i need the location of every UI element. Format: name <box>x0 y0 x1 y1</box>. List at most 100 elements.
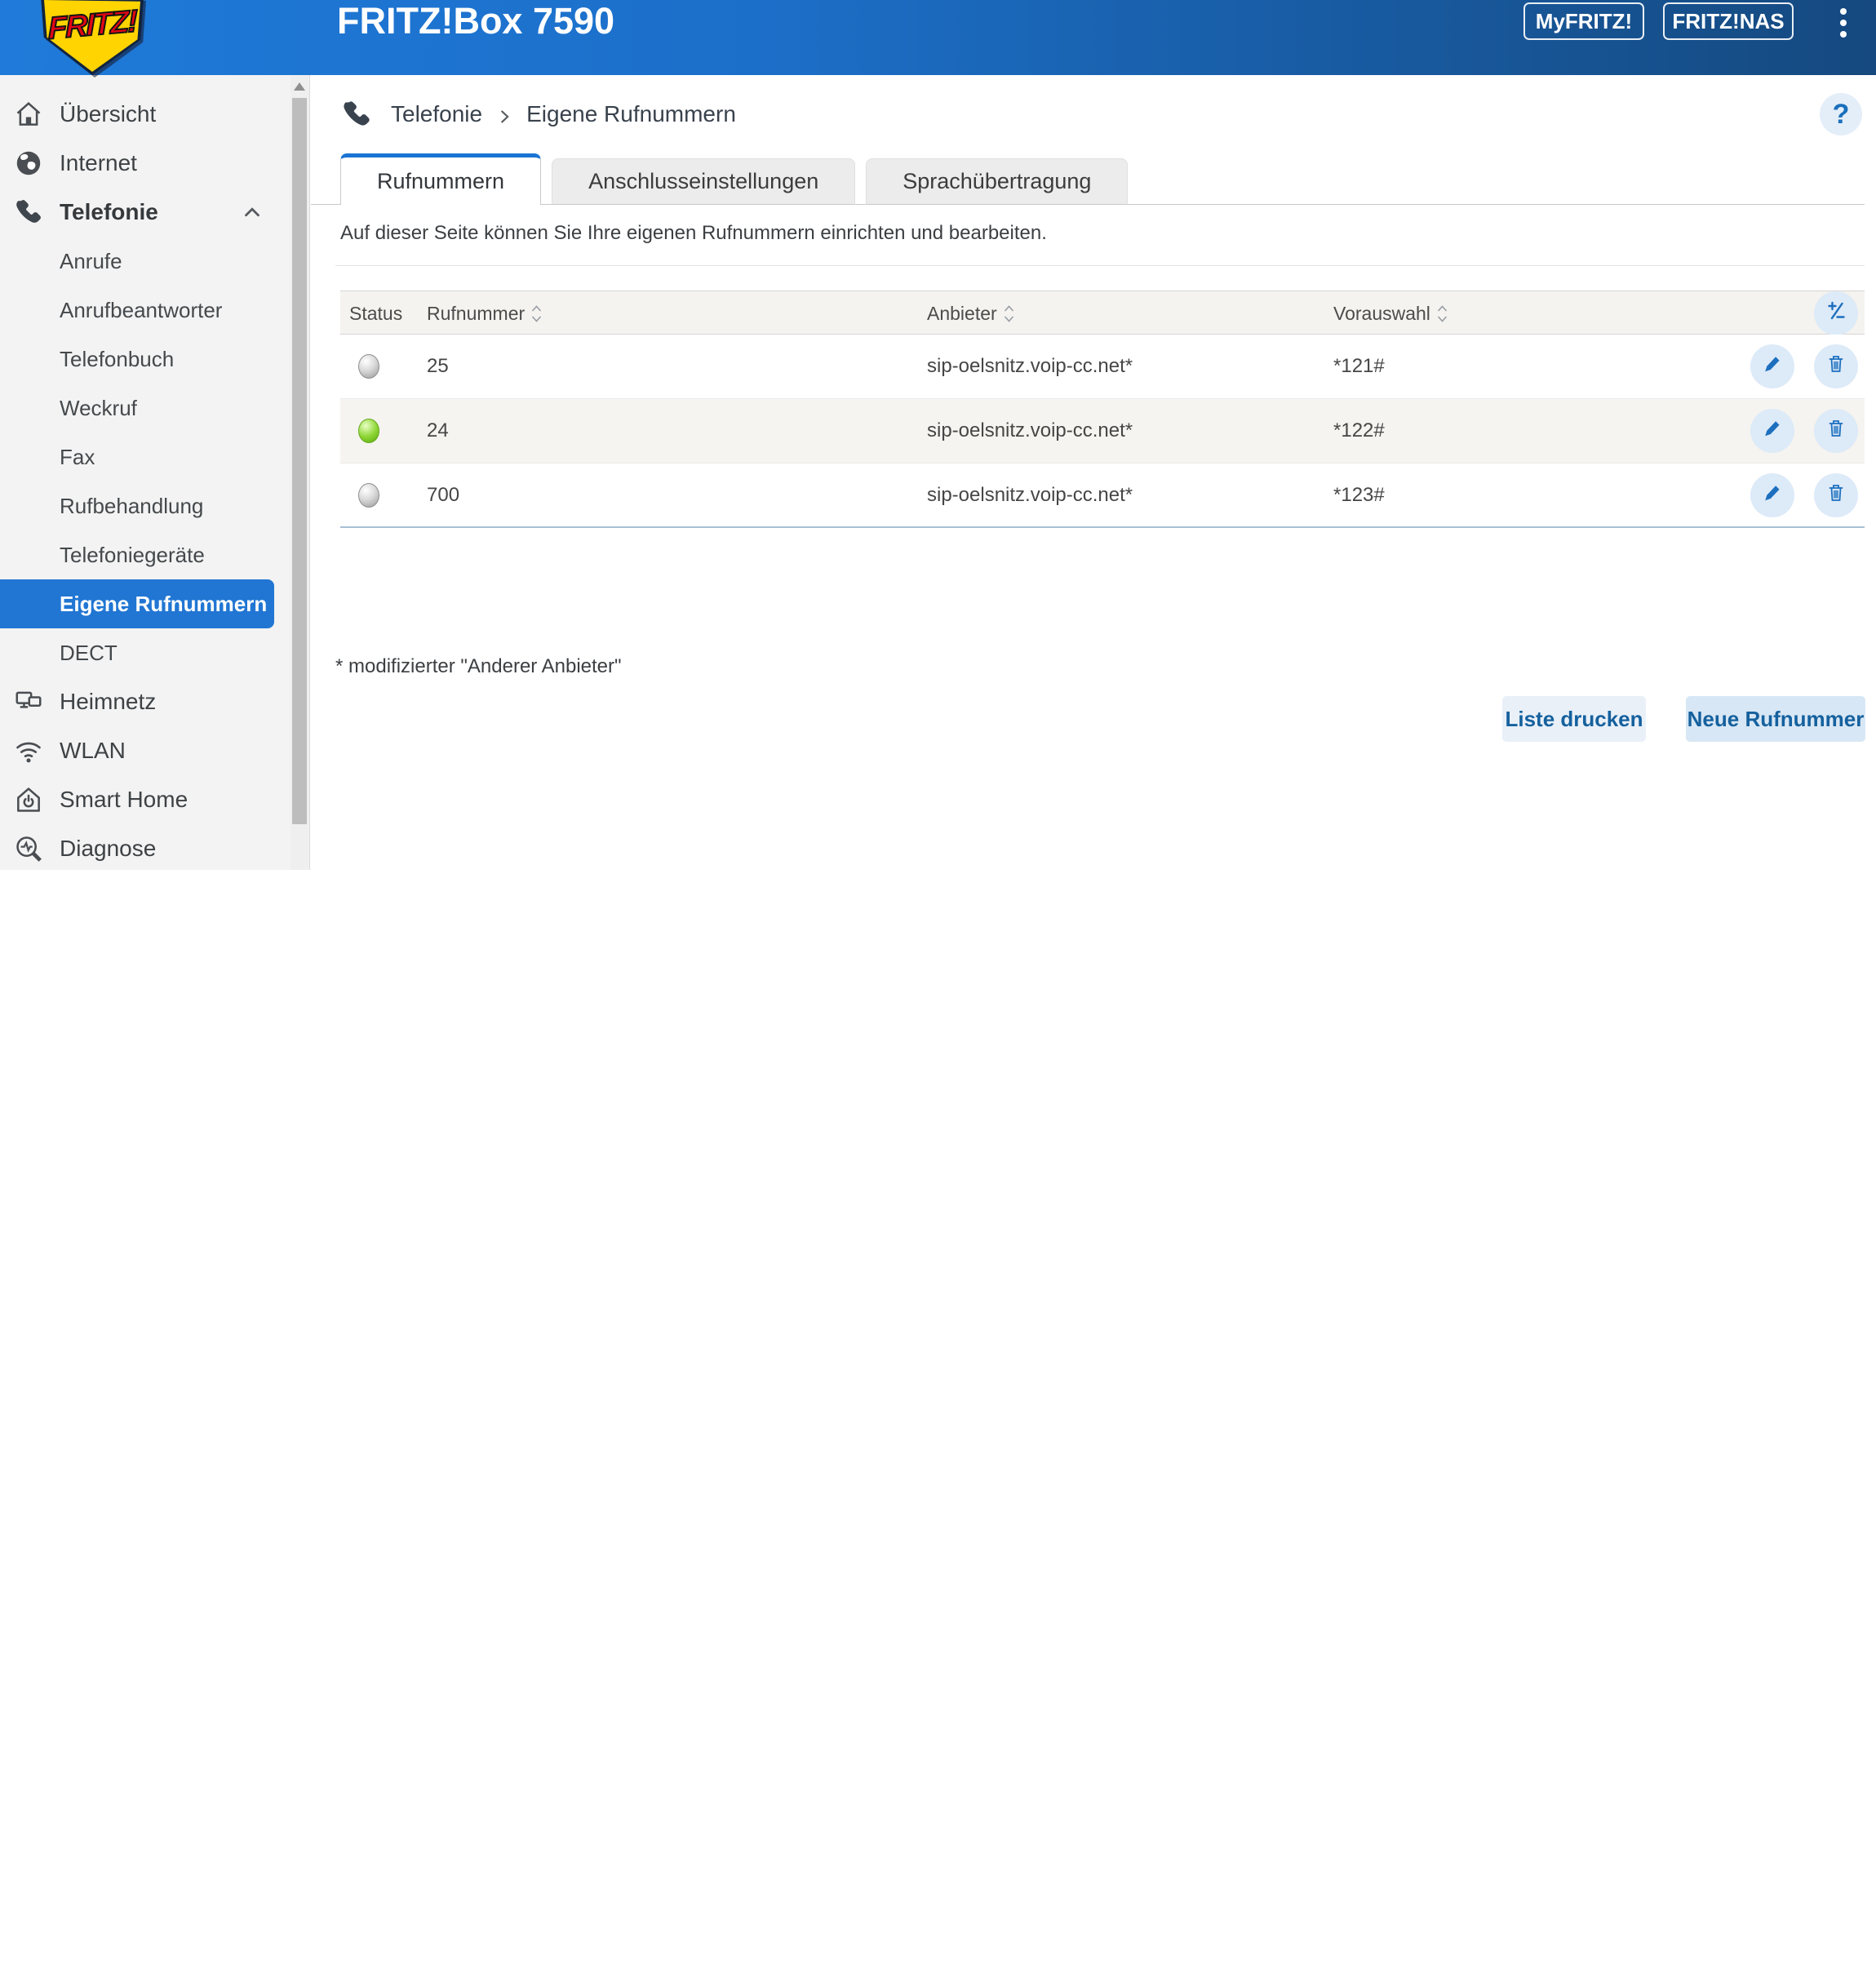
column-header-anbieter[interactable]: Anbieter <box>927 291 1015 335</box>
sidebar-item-telefonbuch[interactable]: Telefonbuch <box>0 335 309 384</box>
trash-icon <box>1824 416 1848 446</box>
sidebar-item-label: Telefonie <box>60 199 158 225</box>
delete-button[interactable] <box>1814 409 1858 453</box>
sort-icon[interactable] <box>1436 304 1448 324</box>
edit-button[interactable] <box>1750 473 1794 517</box>
vorauswahl-cell: *121# <box>1333 355 1385 378</box>
sidebar-item-diagnose[interactable]: Diagnose <box>0 824 309 873</box>
phone-icon <box>13 197 44 228</box>
add-remove-columns-button[interactable] <box>1814 291 1858 335</box>
sidebar-item-eigene-rufnummern[interactable]: Eigene Rufnummern <box>0 579 274 628</box>
trash-icon <box>1824 481 1848 511</box>
status-indicator <box>358 354 379 379</box>
vorauswahl-cell: *123# <box>1333 484 1385 507</box>
fritz-logo[interactable]: FRITZ! <box>41 0 144 75</box>
sidebar-item-label: Weckruf <box>60 396 137 421</box>
sidebar-item-label: Telefonbuch <box>60 347 174 372</box>
print-list-button[interactable]: Liste drucken <box>1502 696 1646 742</box>
sidebar-item-label: Telefoniegeräte <box>60 543 205 568</box>
home-icon <box>13 99 44 130</box>
fritznas-button[interactable]: FRITZ!NAS <box>1663 2 1794 40</box>
tab-bar: Rufnummern Anschlusseinstellungen Sprach… <box>340 153 1128 205</box>
rufnummer-cell: 24 <box>427 419 449 442</box>
app-header: FRITZ! FRITZ!Box 7590 MyFRITZ! FRITZ!NAS <box>0 0 1876 75</box>
plus-minus-icon <box>1824 299 1848 328</box>
table-row: 24 sip-oelsnitz.voip-cc.net* *122# <box>340 399 1865 464</box>
sidebar-item-anrufe[interactable]: Anrufe <box>0 237 309 286</box>
table-row: 25 sip-oelsnitz.voip-cc.net* *121# <box>340 335 1865 399</box>
phone-numbers-table: Status Rufnummer Anbieter Vorauswahl <box>340 291 1865 528</box>
sidebar-item-label: Fax <box>60 445 95 470</box>
sidebar-item-wlan[interactable]: WLAN <box>0 726 309 775</box>
sort-icon[interactable] <box>1003 304 1015 324</box>
delete-button[interactable] <box>1814 473 1858 517</box>
column-header-status: Status <box>349 291 402 335</box>
diagnose-icon <box>13 833 44 864</box>
edit-button[interactable] <box>1750 409 1794 453</box>
sidebar-item-fax[interactable]: Fax <box>0 433 309 481</box>
myfritz-button[interactable]: MyFRITZ! <box>1523 2 1644 40</box>
column-header-vorauswahl[interactable]: Vorauswahl <box>1333 291 1448 335</box>
anbieter-cell: sip-oelsnitz.voip-cc.net* <box>927 484 1133 507</box>
pencil-icon <box>1760 416 1785 446</box>
breadcrumb-page: Eigene Rufnummern <box>526 101 736 127</box>
tab-anschlusseinstellungen[interactable]: Anschlusseinstellungen <box>552 158 855 205</box>
status-indicator <box>358 419 379 443</box>
sidebar-item-rufbehandlung[interactable]: Rufbehandlung <box>0 481 309 530</box>
pencil-icon <box>1760 352 1785 382</box>
sidebar-item-label: Eigene Rufnummern <box>60 592 267 617</box>
chevron-up-icon <box>240 200 264 224</box>
divider <box>335 265 1865 266</box>
phone-icon <box>340 98 373 131</box>
delete-button[interactable] <box>1814 344 1858 388</box>
kebab-menu-icon[interactable] <box>1834 7 1852 49</box>
sidebar-item-label: Internet <box>60 150 137 176</box>
vorauswahl-cell: *122# <box>1333 419 1385 442</box>
table-row: 700 sip-oelsnitz.voip-cc.net* *123# <box>340 464 1865 528</box>
trash-icon <box>1824 352 1848 382</box>
sidebar-item-internet[interactable]: Internet <box>0 139 309 188</box>
sidebar: Übersicht Internet Telefonie Anrufe <box>0 75 310 870</box>
page-description: Auf dieser Seite können Sie Ihre eigenen… <box>340 222 1047 245</box>
sidebar-scrollbar[interactable] <box>290 75 308 870</box>
edit-button[interactable] <box>1750 344 1794 388</box>
sidebar-item-weckruf[interactable]: Weckruf <box>0 384 309 433</box>
globe-icon <box>13 148 44 179</box>
sidebar-item-heimnetz[interactable]: Heimnetz <box>0 677 309 726</box>
sidebar-item-smart-home[interactable]: Smart Home <box>0 775 309 824</box>
sidebar-item-label: Heimnetz <box>60 689 156 715</box>
sidebar-item-label: Diagnose <box>60 836 156 862</box>
main-content: Telefonie Eigene Rufnummern ? Rufnummern… <box>311 75 1876 870</box>
table-header-row: Status Rufnummer Anbieter Vorauswahl <box>340 291 1865 335</box>
sidebar-item-label: Smart Home <box>60 787 188 813</box>
anbieter-cell: sip-oelsnitz.voip-cc.net* <box>927 355 1133 378</box>
wifi-icon <box>13 735 44 766</box>
scrollbar-up-arrow-icon[interactable] <box>294 82 305 91</box>
sidebar-list: Übersicht Internet Telefonie Anrufe <box>0 75 309 873</box>
rufnummer-cell: 700 <box>427 484 459 507</box>
modified-provider-footnote: * modifizierter "Anderer Anbieter" <box>335 655 622 678</box>
sidebar-item-anrufbeantworter[interactable]: Anrufbeantworter <box>0 286 309 335</box>
sidebar-item-telefoniegeraete[interactable]: Telefoniegeräte <box>0 530 309 579</box>
rufnummer-cell: 25 <box>427 355 449 378</box>
sidebar-item-uebersicht[interactable]: Übersicht <box>0 90 309 139</box>
help-button[interactable]: ? <box>1820 93 1862 135</box>
pencil-icon <box>1760 481 1785 511</box>
scrollbar-thumb[interactable] <box>292 98 307 824</box>
sidebar-item-label: Übersicht <box>60 101 156 127</box>
new-number-button[interactable]: Neue Rufnummer <box>1686 696 1865 742</box>
tab-rufnummern[interactable]: Rufnummern <box>340 153 541 205</box>
breadcrumb-section[interactable]: Telefonie <box>391 101 482 127</box>
sort-icon[interactable] <box>530 304 543 324</box>
sidebar-item-telefonie[interactable]: Telefonie <box>0 188 309 237</box>
sidebar-item-label: Anrufbeantworter <box>60 298 222 323</box>
tab-sprachuebertragung[interactable]: Sprachübertragung <box>866 158 1128 205</box>
chevron-right-icon <box>495 105 513 123</box>
status-indicator <box>358 483 379 508</box>
sidebar-item-label: DECT <box>60 641 118 666</box>
sidebar-item-label: Anrufe <box>60 249 122 274</box>
sidebar-item-dect[interactable]: DECT <box>0 628 309 677</box>
column-header-rufnummer[interactable]: Rufnummer <box>427 291 543 335</box>
smart-home-icon <box>13 784 44 815</box>
page-title: FRITZ!Box 7590 <box>337 0 614 42</box>
